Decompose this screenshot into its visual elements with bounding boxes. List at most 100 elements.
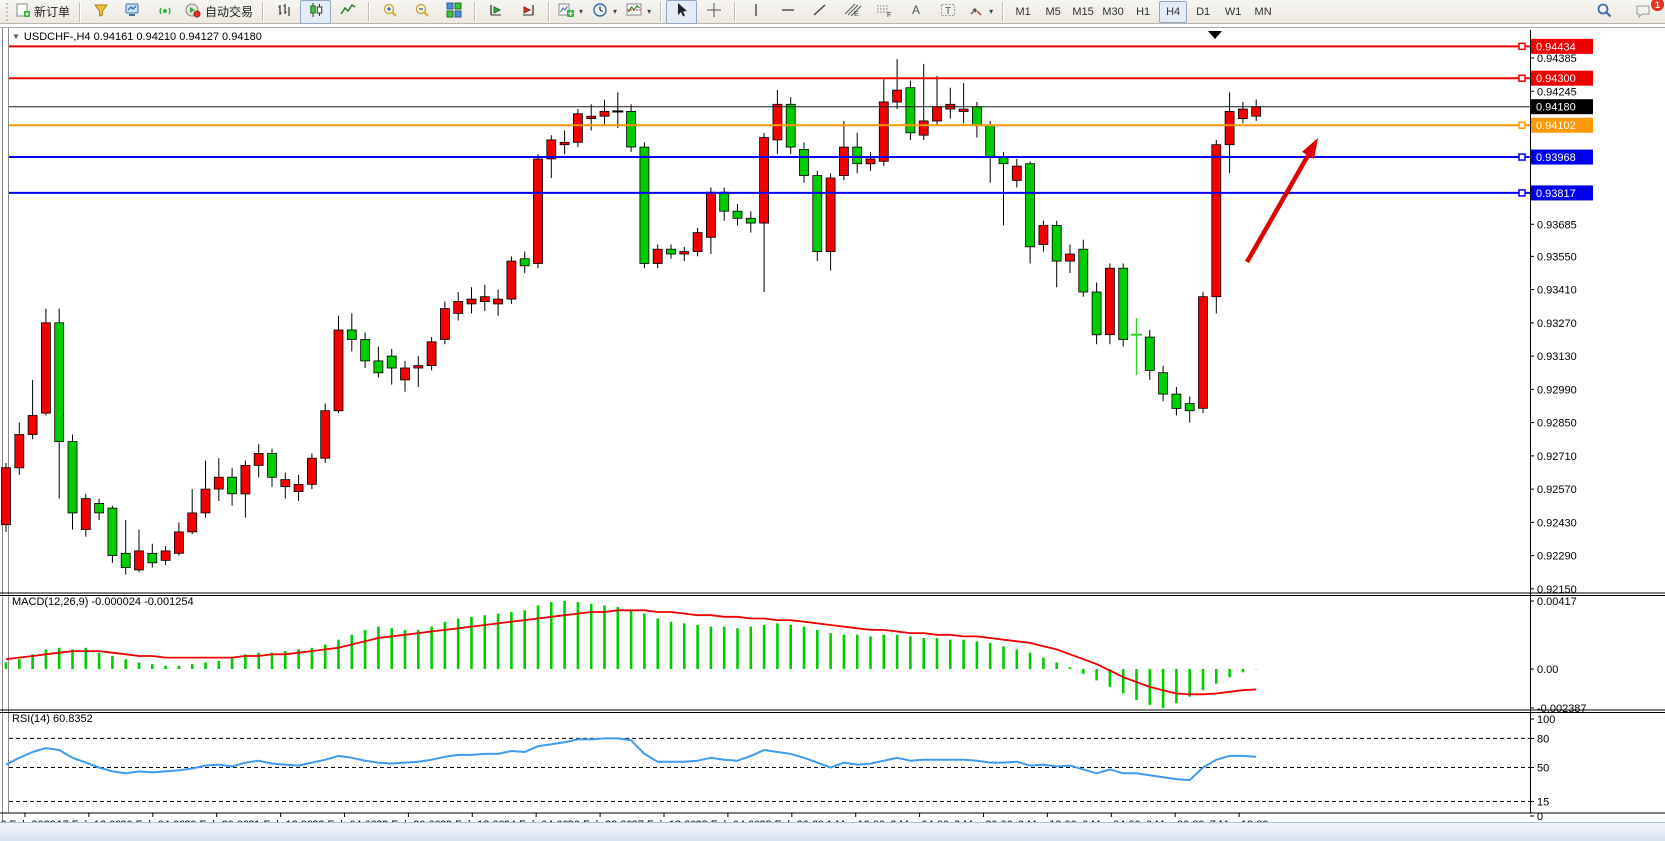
toolbar-right-group: 1: [1589, 0, 1659, 24]
periods-icon: [592, 2, 608, 21]
svg-text:0.92990: 0.92990: [1537, 384, 1577, 396]
toolbar-separator: [474, 2, 475, 22]
svg-text:0.94434: 0.94434: [1536, 41, 1576, 53]
line-chart-button[interactable]: [332, 0, 363, 24]
toolbar-separator: [734, 2, 735, 22]
search-icon: [1596, 2, 1613, 22]
timeframe-button-m1[interactable]: M1: [1009, 1, 1037, 23]
trendline-icon: [812, 2, 828, 21]
timeframe-button-m5[interactable]: M5: [1039, 1, 1067, 23]
fibonacci-grid-button[interactable]: F: [868, 0, 899, 24]
timeframe-button-mn[interactable]: MN: [1249, 1, 1277, 23]
chart-canvas[interactable]: 0.943850.942450.936850.935500.934100.932…: [0, 0, 1665, 841]
tile-windows-button[interactable]: [438, 0, 469, 24]
svg-text:0.93410: 0.93410: [1537, 285, 1577, 297]
arrow-shapes-button[interactable]: ▾: [964, 0, 997, 24]
auto-scroll-button[interactable]: [480, 0, 511, 24]
svg-text:0.94245: 0.94245: [1537, 86, 1577, 98]
svg-text:0.94102: 0.94102: [1536, 120, 1576, 132]
svg-text:0.00: 0.00: [1537, 664, 1558, 676]
chart-title-text: USDCHF-,H4 0.94161 0.94210 0.94127 0.941…: [24, 31, 262, 43]
dropdown-arrow-icon: ▾: [613, 7, 617, 16]
svg-text:0.93270: 0.93270: [1537, 318, 1577, 330]
toolbar-separator: [660, 2, 661, 22]
svg-text:0.93817: 0.93817: [1536, 188, 1576, 200]
zoom-in-icon: [382, 2, 398, 21]
zoom-out-button[interactable]: [406, 0, 437, 24]
crosshair-button[interactable]: [698, 0, 729, 24]
timeframe-button-w1[interactable]: W1: [1219, 1, 1247, 23]
timeframe-toolbar: M1M5M15M30H1H4D1W1MN: [1008, 1, 1278, 23]
auto-trading-button[interactable]: 自动交易: [181, 0, 257, 24]
auto-trading-label: 自动交易: [205, 3, 253, 20]
macd-name: MACD(12,26,9): [12, 596, 88, 608]
fibonacci-button[interactable]: E: [836, 0, 867, 24]
fibo-grid-icon: F: [875, 2, 893, 21]
periods-button[interactable]: ▾: [588, 0, 621, 24]
svg-text:E: E: [854, 11, 859, 18]
zoom-in-button[interactable]: [374, 0, 405, 24]
timeframe-button-d1[interactable]: D1: [1189, 1, 1217, 23]
svg-text:0.92150: 0.92150: [1537, 584, 1577, 596]
signals-button[interactable]: [149, 0, 180, 24]
svg-text:0.93968: 0.93968: [1536, 152, 1576, 164]
timeframe-button-m15[interactable]: M15: [1069, 1, 1097, 23]
svg-text:F: F: [887, 12, 891, 18]
timeframe-button-m30[interactable]: M30: [1099, 1, 1127, 23]
line-chart-icon: [340, 2, 356, 21]
dropdown-arrow-icon: ▾: [579, 7, 583, 16]
auto-scroll-icon: [488, 2, 504, 21]
rsi-value: 60.8352: [53, 713, 93, 725]
toolbar-separator: [548, 2, 549, 22]
candlestick-chart-button[interactable]: [300, 0, 331, 24]
notifications-button[interactable]: 1: [1628, 0, 1659, 24]
vline-icon: [749, 2, 763, 21]
new-order-label: 新订单: [34, 3, 70, 20]
text-button[interactable]: A: [900, 0, 931, 24]
chart-shift-icon: [520, 2, 536, 21]
toolbar-grip[interactable]: [4, 3, 9, 21]
autotrade-icon: [185, 2, 201, 21]
search-button[interactable]: [1589, 0, 1620, 24]
svg-text:50: 50: [1537, 763, 1549, 775]
svg-text:0.92710: 0.92710: [1537, 451, 1577, 463]
rsi-label: RSI(14) 60.8352: [12, 713, 93, 725]
svg-text:0.92570: 0.92570: [1537, 484, 1577, 496]
market-watch-button[interactable]: [85, 0, 116, 24]
svg-text:0.92430: 0.92430: [1537, 517, 1577, 529]
svg-text:100: 100: [1537, 714, 1555, 726]
text-label-button[interactable]: T: [932, 0, 963, 24]
vertical-line-button[interactable]: [740, 0, 771, 24]
tile-windows-icon: [446, 2, 462, 21]
fibo-icon: E: [843, 2, 861, 21]
rsi-name: RSI(14): [12, 713, 50, 725]
svg-text:0.94385: 0.94385: [1537, 53, 1577, 65]
cursor-button[interactable]: [666, 0, 697, 24]
templates-button[interactable]: ▾: [622, 0, 655, 24]
svg-text:15: 15: [1537, 796, 1549, 808]
candlestick-icon: [308, 2, 324, 21]
signal-icon: [157, 2, 173, 21]
chart-shift-button[interactable]: [512, 0, 543, 24]
toolbar-separator: [262, 2, 263, 22]
macd-values: -0.000024 -0.001254: [91, 596, 193, 608]
trendline-button[interactable]: [804, 0, 835, 24]
bar-chart-button[interactable]: [268, 0, 299, 24]
timeframe-button-h1[interactable]: H1: [1129, 1, 1157, 23]
shapes-icon: [968, 2, 984, 21]
indicators-button[interactable]: ▾: [554, 0, 587, 24]
indicators-icon: [558, 2, 574, 21]
dropdown-arrow-icon: ▾: [989, 7, 993, 16]
svg-text:0.93130: 0.93130: [1537, 351, 1577, 363]
cursor-icon: [674, 2, 690, 21]
terminal-button[interactable]: [117, 0, 148, 24]
notification-badge: 1: [1650, 0, 1665, 12]
label-icon: T: [940, 2, 956, 21]
mt4-window: 新订单 自动交易: [0, 0, 1665, 841]
timeframe-button-h4[interactable]: H4: [1159, 1, 1187, 23]
svg-text:0.94180: 0.94180: [1536, 102, 1576, 114]
new-order-button[interactable]: 新订单: [12, 0, 74, 24]
svg-text:0.92290: 0.92290: [1537, 551, 1577, 563]
horizontal-line-button[interactable]: [772, 0, 803, 24]
chart-title[interactable]: ▼USDCHF-,H4 0.94161 0.94210 0.94127 0.94…: [12, 31, 262, 43]
